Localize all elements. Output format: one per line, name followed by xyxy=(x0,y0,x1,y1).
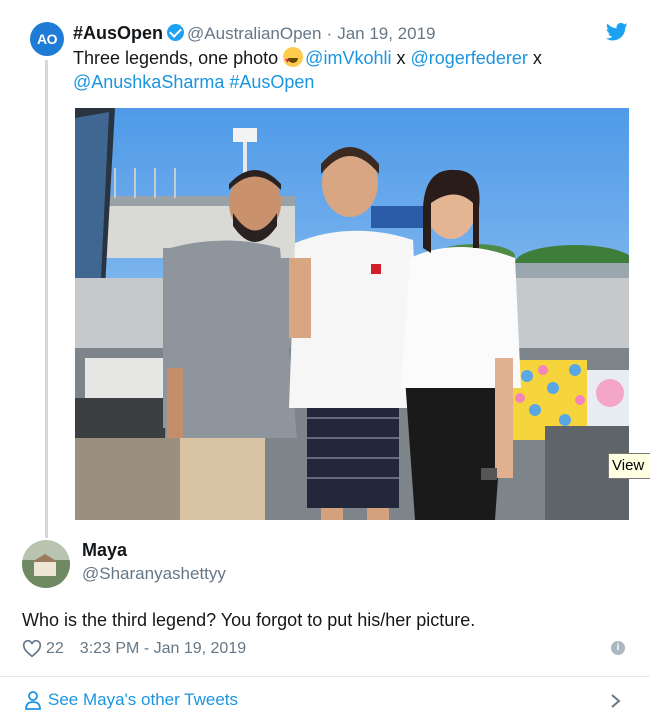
mention-link[interactable]: @imVkohli xyxy=(305,48,391,68)
like-count[interactable]: 22 xyxy=(46,640,64,658)
photo-illustration xyxy=(75,108,629,520)
see-other-tweets-link[interactable]: See Maya's other Tweets xyxy=(24,690,238,710)
info-icon[interactable]: i xyxy=(611,641,625,655)
twitter-bird-icon[interactable] xyxy=(606,22,628,42)
smiling-face-with-heart-eyes-icon xyxy=(283,47,304,73)
reply-timestamp[interactable]: 3:23 PM - Jan 19, 2019 xyxy=(80,640,246,658)
author-handle[interactable]: @AustralianOpen xyxy=(187,24,321,43)
mention-link[interactable]: @AnushkaSharma xyxy=(73,72,224,92)
like-heart-icon[interactable] xyxy=(22,640,42,658)
tweet-text-part: x xyxy=(532,48,542,68)
header-separator: · xyxy=(326,24,333,43)
hashtag-link[interactable]: #AusOpen xyxy=(229,72,314,92)
quoted-tweet-text: Three legends, one photo @imVkohli x @ro… xyxy=(73,46,613,94)
reply-author-name[interactable]: Maya xyxy=(82,540,127,561)
see-other-tweets-label: See Maya's other Tweets xyxy=(48,690,239,709)
ausopen-avatar[interactable]: AO xyxy=(30,22,64,56)
reply-author-handle[interactable]: @Sharanyashettyy xyxy=(82,564,226,584)
quoted-tweet-header: #AusOpen @AustralianOpen · Jan 19, 2019 xyxy=(73,23,436,44)
mention-link[interactable]: @rogerfederer xyxy=(411,48,528,68)
tweet-text-part: x xyxy=(396,48,406,68)
tweet-photo[interactable] xyxy=(75,108,629,520)
chevron-right-icon[interactable] xyxy=(610,693,622,709)
tweet-text-part: Three legends, one photo xyxy=(73,48,279,68)
view-tooltip: View xyxy=(608,453,650,479)
author-name[interactable]: #AusOpen xyxy=(73,23,163,43)
thread-line xyxy=(45,60,48,538)
reply-text: Who is the third legend? You forgot to p… xyxy=(22,610,476,630)
tweet-date[interactable]: Jan 19, 2019 xyxy=(337,24,435,43)
person-icon xyxy=(25,691,41,710)
divider xyxy=(0,676,650,677)
verified-badge-icon xyxy=(167,24,185,41)
reply-meta: 22 3:23 PM - Jan 19, 2019 xyxy=(22,640,246,658)
maya-avatar[interactable] xyxy=(22,540,70,588)
